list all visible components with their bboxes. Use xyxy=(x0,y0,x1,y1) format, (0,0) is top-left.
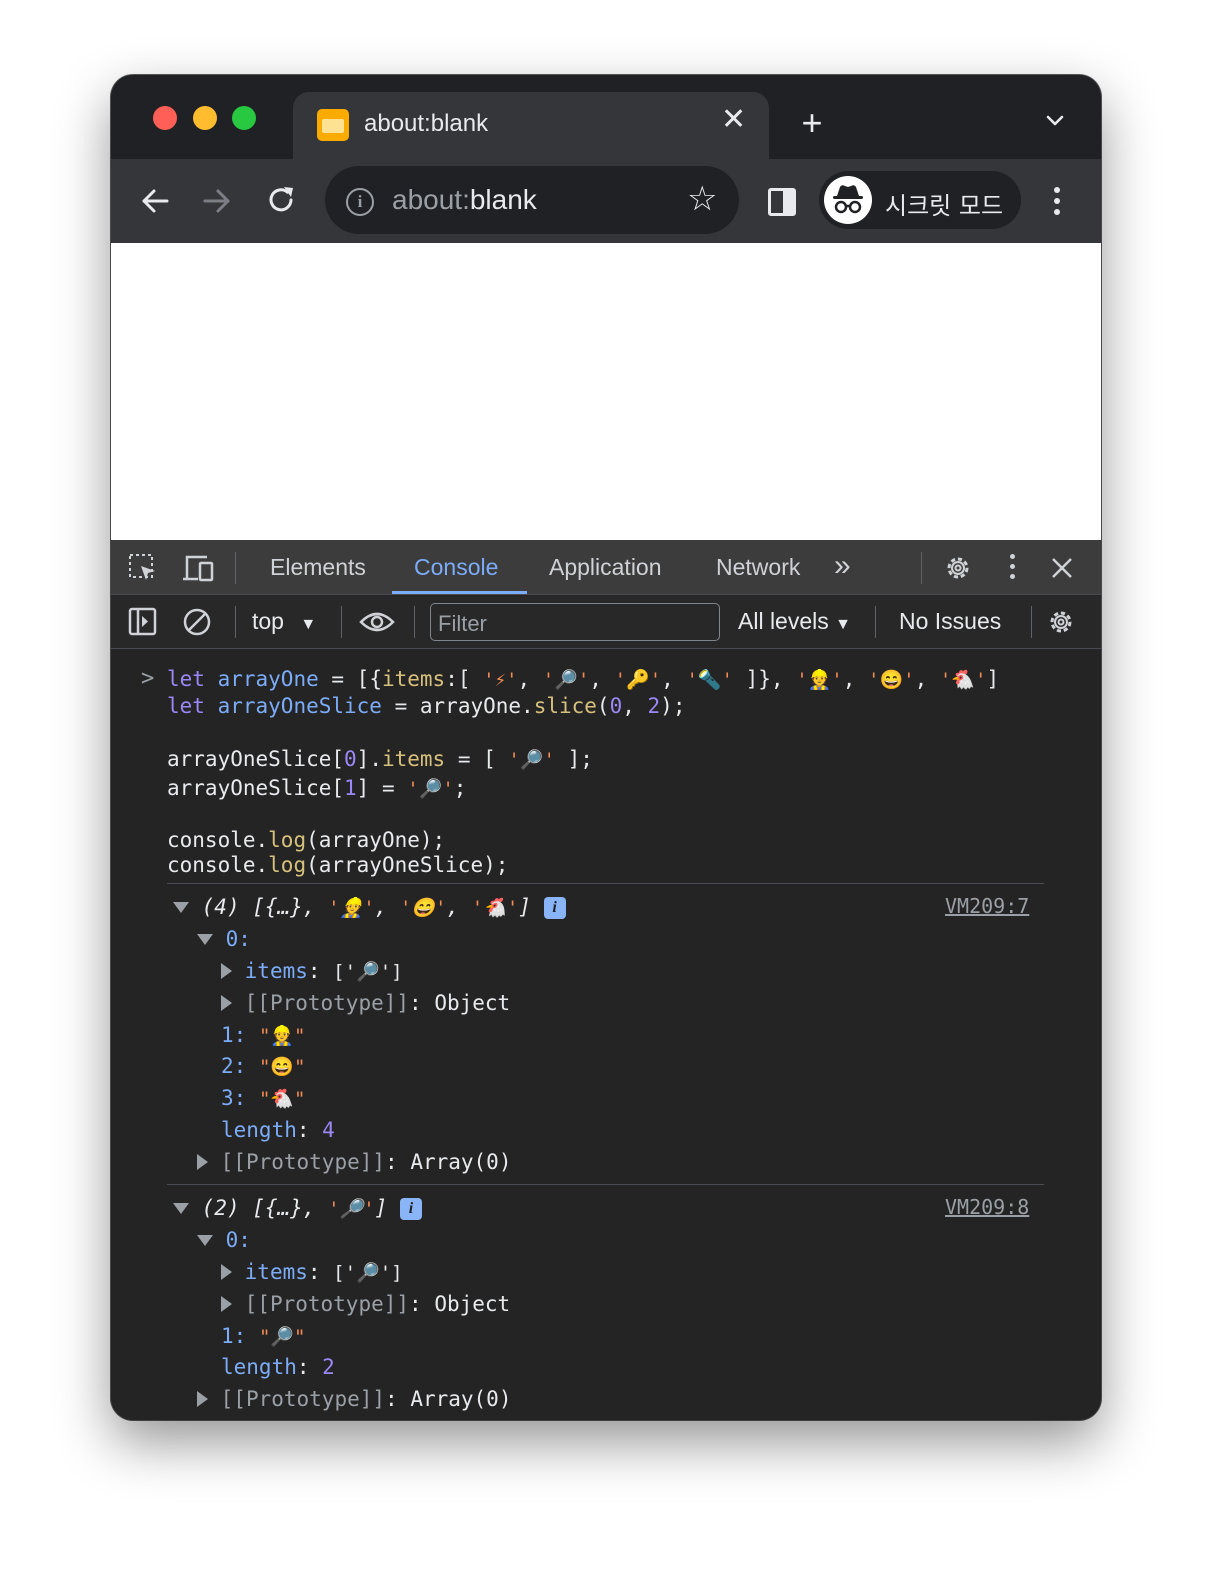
code-line-5[interactable]: console.log(arrayOne); xyxy=(167,827,445,854)
log-summary-2[interactable]: (2) [{…}, '🔎'] i xyxy=(173,1195,422,1223)
code-line-2[interactable]: let arrayOneSlice = arrayOne.slice(0, 2)… xyxy=(167,693,685,720)
page-favicon-icon xyxy=(317,109,349,141)
tab-application[interactable]: Application xyxy=(549,554,662,581)
code-line-3[interactable]: arrayOneSlice[0].items = [ '🔎' ]; xyxy=(167,746,593,774)
collapse-triangle-icon[interactable] xyxy=(173,902,189,913)
incognito-label: 시크릿 모드 xyxy=(885,192,1004,220)
log-levels-dropdown[interactable]: All levels ▼ xyxy=(738,608,851,635)
expand-triangle-icon[interactable] xyxy=(221,995,232,1011)
source-link-2[interactable]: VM209:8 xyxy=(945,1195,1029,1219)
forward-arrow-icon[interactable] xyxy=(201,185,233,217)
tree-entry: 1: "🔎" xyxy=(221,1324,306,1348)
collapse-triangle-icon[interactable] xyxy=(197,934,213,945)
collapse-triangle-icon[interactable] xyxy=(197,1235,213,1246)
tree-entry: 2: "😄" xyxy=(221,1054,306,1078)
expand-triangle-icon[interactable] xyxy=(221,963,232,979)
console-sidebar-icon[interactable] xyxy=(128,607,158,637)
reload-icon[interactable] xyxy=(265,184,297,216)
address-bar[interactable]: i about:blank ☆ xyxy=(325,166,739,234)
tab-title: about:blank xyxy=(364,110,489,137)
back-arrow-icon[interactable] xyxy=(139,185,171,217)
devtools-menu-icon[interactable] xyxy=(1010,554,1015,579)
page-content xyxy=(111,243,1101,540)
code-line-4[interactable]: arrayOneSlice[1] = '🔎'; xyxy=(167,775,466,803)
more-tabs-icon[interactable]: » xyxy=(834,549,851,583)
side-panel-icon[interactable] xyxy=(768,188,796,216)
tree-object-prototype[interactable]: [[Prototype]]: Object xyxy=(221,990,510,1017)
incognito-icon xyxy=(824,176,872,224)
tree-array-prototype[interactable]: [[Prototype]]: Array(0) xyxy=(197,1386,511,1413)
tree-items-prop[interactable]: items: ['🔎'] xyxy=(221,1259,403,1287)
tree-entry: 1: "👷" xyxy=(221,1023,306,1047)
clear-console-icon[interactable] xyxy=(182,607,212,637)
context-selector[interactable]: top ▼ xyxy=(252,608,316,635)
close-window-button[interactable] xyxy=(153,106,177,130)
inspect-element-icon[interactable] xyxy=(128,553,158,583)
live-expression-eye-icon[interactable] xyxy=(359,609,395,635)
info-icon[interactable]: i xyxy=(543,897,566,919)
code-line-1[interactable]: let arrayOne = [{items:[ '⚡', '🔎', '🔑', … xyxy=(167,666,999,694)
browser-window: about:blank ✕ + i about:blank ☆ 시크릿 모드 E… xyxy=(111,75,1101,1420)
bookmark-star-icon[interactable]: ☆ xyxy=(687,182,717,216)
tab-search-chevron-icon[interactable] xyxy=(1045,111,1065,131)
tree-items-prop[interactable]: items: ['🔎'] xyxy=(221,958,403,986)
issues-counter[interactable]: No Issues xyxy=(899,608,1001,635)
tab-network[interactable]: Network xyxy=(716,554,800,581)
tab-console[interactable]: Console xyxy=(414,554,498,581)
expand-triangle-icon[interactable] xyxy=(221,1296,232,1312)
close-tab-button[interactable]: ✕ xyxy=(721,105,746,135)
active-tab-indicator xyxy=(392,591,527,594)
console-filter-input[interactable]: Filter xyxy=(430,603,720,641)
tree-length: length: 4 xyxy=(221,1118,335,1142)
browser-toolbar: i about:blank ☆ 시크릿 모드 xyxy=(111,159,1101,243)
minimize-window-button[interactable] xyxy=(193,106,217,130)
collapse-triangle-icon[interactable] xyxy=(173,1203,189,1214)
tree-object-prototype[interactable]: [[Prototype]]: Object xyxy=(221,1291,510,1318)
tab-elements[interactable]: Elements xyxy=(270,554,366,581)
incognito-profile-button[interactable]: 시크릿 모드 xyxy=(819,171,1021,229)
tree-length: length: 2 xyxy=(221,1355,335,1379)
code-line-6[interactable]: console.log(arrayOneSlice); xyxy=(167,852,508,879)
prompt-chevron-icon: > xyxy=(141,666,155,691)
devtools-tabbar: Elements Console Application Network » xyxy=(111,540,1101,595)
expand-triangle-icon[interactable] xyxy=(221,1264,232,1280)
expand-triangle-icon[interactable] xyxy=(197,1391,208,1407)
device-toolbar-icon[interactable] xyxy=(181,552,215,584)
site-info-icon[interactable]: i xyxy=(346,188,374,216)
tab-about-blank[interactable]: about:blank ✕ xyxy=(293,92,769,162)
tree-index-0[interactable]: 0: xyxy=(197,1227,251,1254)
tree-index-0[interactable]: 0: xyxy=(197,926,251,953)
tree-entry: 3: "🐔" xyxy=(221,1086,306,1110)
browser-menu-icon[interactable] xyxy=(1054,187,1060,217)
close-devtools-icon[interactable] xyxy=(1051,557,1073,579)
console-panel: > let arrayOne = [{items:[ '⚡', '🔎', '🔑'… xyxy=(111,650,1101,1420)
console-settings-gear-icon[interactable] xyxy=(1046,607,1076,637)
new-tab-button[interactable]: + xyxy=(797,105,827,141)
console-toolbar: top ▼ Filter All levels ▼ No Issues xyxy=(111,596,1101,649)
info-icon[interactable]: i xyxy=(399,1198,422,1220)
tab-strip: about:blank ✕ + xyxy=(111,75,1101,162)
source-link-1[interactable]: VM209:7 xyxy=(945,894,1029,918)
tree-array-prototype[interactable]: [[Prototype]]: Array(0) xyxy=(197,1149,511,1176)
zoom-window-button[interactable] xyxy=(232,106,256,130)
log-summary-1[interactable]: (4) [{…}, '👷', '😄', '🐔'] i xyxy=(173,894,566,922)
expand-triangle-icon[interactable] xyxy=(197,1154,208,1170)
url-text[interactable]: about:blank xyxy=(392,184,537,216)
devtools-settings-gear-icon[interactable] xyxy=(943,553,973,583)
